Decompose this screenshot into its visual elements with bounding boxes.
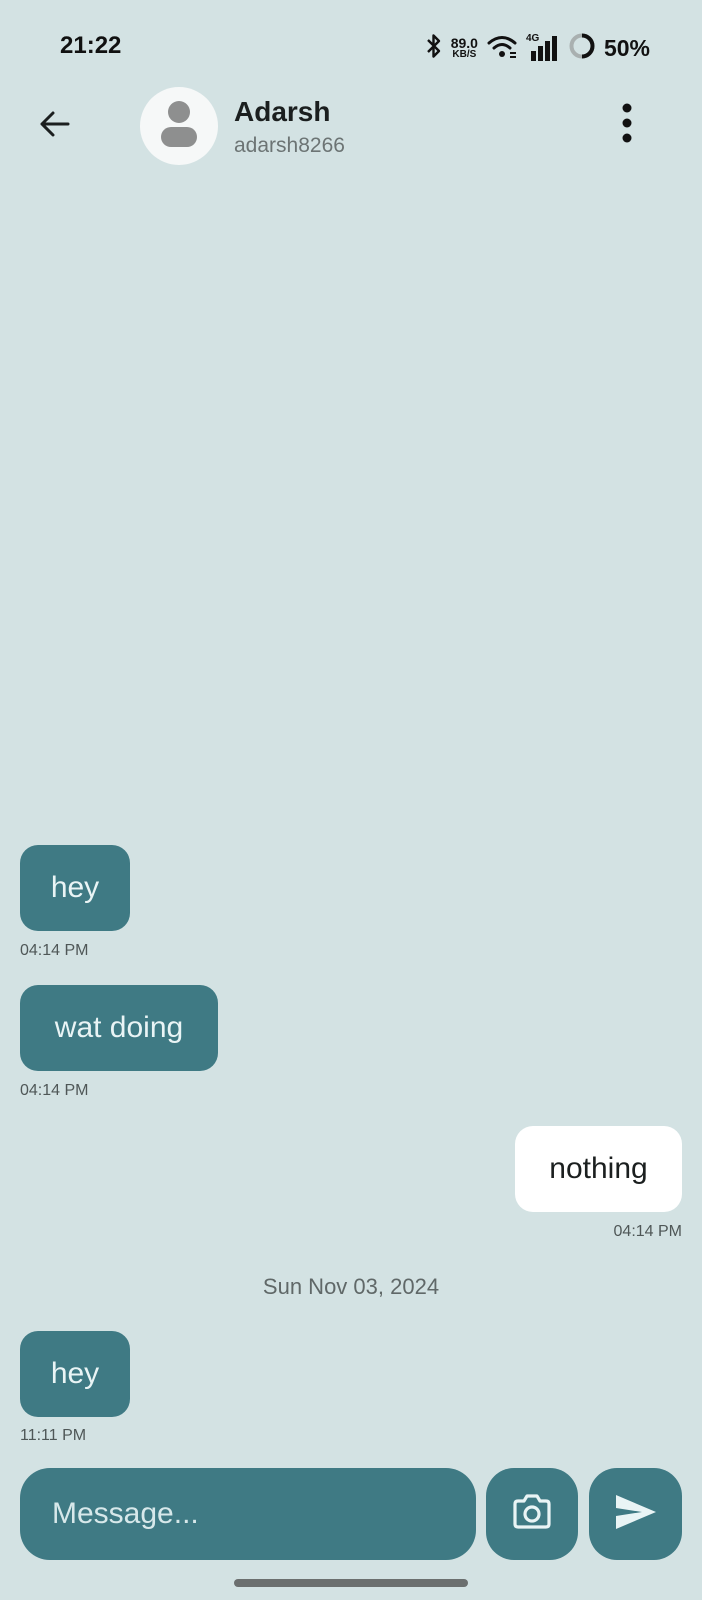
status-time: 21:22	[60, 32, 122, 59]
camera-button[interactable]	[486, 1468, 578, 1560]
person-icon	[159, 100, 199, 153]
more-vertical-icon	[621, 103, 633, 148]
net-speed: 89.0 KB/S	[451, 36, 478, 60]
message-timestamp: 11:11 PM	[20, 1427, 87, 1444]
cellular-signal-icon: 4G	[526, 33, 560, 63]
arrow-left-icon	[36, 106, 72, 147]
more-options-button[interactable]	[612, 100, 642, 150]
send-button[interactable]	[589, 1468, 682, 1560]
net-speed-value: 89.0	[450, 35, 478, 51]
message-timestamp: 04:14 PM	[20, 942, 89, 959]
message-bubble-incoming[interactable]: hey	[20, 845, 130, 931]
home-indicator[interactable]	[234, 1579, 468, 1587]
status-icons: 89.0 KB/S 4G 50%	[425, 30, 650, 66]
back-button[interactable]	[32, 104, 76, 148]
bluetooth-icon	[425, 33, 443, 64]
wifi-icon	[486, 33, 518, 64]
message-bubble-incoming[interactable]: wat doing	[20, 985, 218, 1071]
message-bubble-incoming[interactable]: hey	[20, 1331, 130, 1417]
camera-icon	[511, 1493, 553, 1536]
chat-header: Adarsh adarsh8266	[0, 86, 702, 166]
battery-ring-icon	[568, 32, 596, 65]
message-input[interactable]	[50, 1496, 476, 1532]
status-bar: 21:22 89.0 KB/S 4G 50%	[0, 0, 702, 96]
battery-percent: 50%	[603, 34, 650, 61]
message-timestamp: 04:14 PM	[613, 1223, 682, 1240]
message-input-container[interactable]	[20, 1468, 476, 1560]
contact-handle: adarsh8266	[234, 134, 345, 157]
message-timestamp: 04:14 PM	[20, 1082, 89, 1099]
net-speed-unit: KB/S	[452, 49, 477, 60]
contact-name: Adarsh	[234, 96, 331, 127]
message-bubble-outgoing[interactable]: nothing	[515, 1126, 682, 1212]
avatar[interactable]	[140, 87, 218, 165]
date-separator: Sun Nov 03, 2024	[262, 1274, 440, 1299]
send-icon	[614, 1493, 658, 1536]
